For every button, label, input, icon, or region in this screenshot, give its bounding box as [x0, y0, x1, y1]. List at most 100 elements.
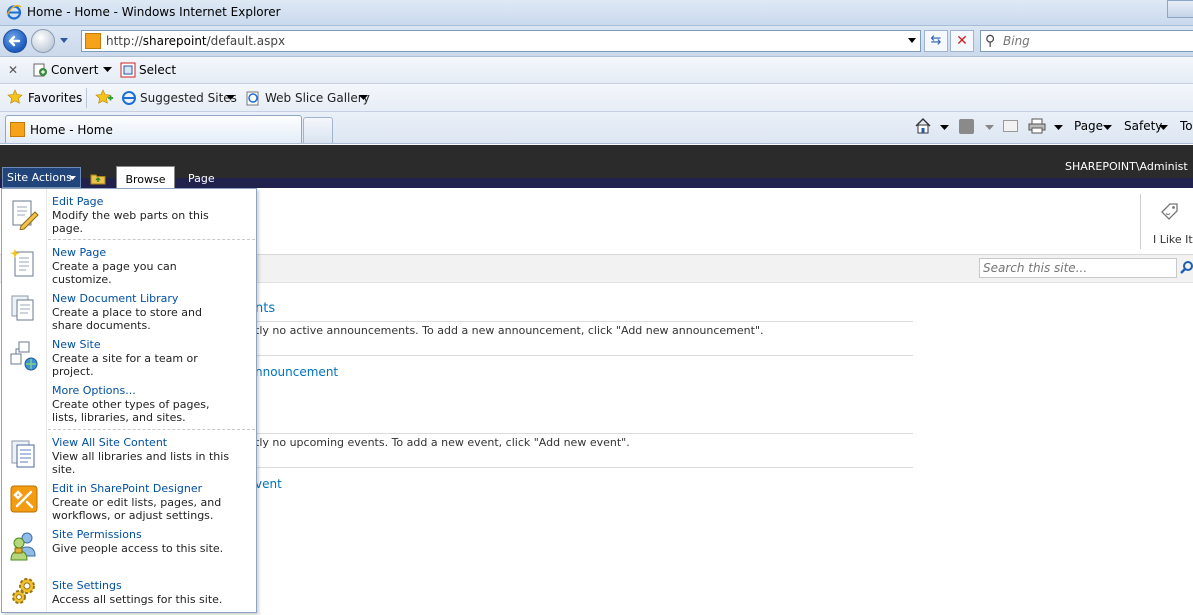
web-slice-gallery-icon — [246, 91, 259, 106]
favorites-star-icon — [7, 89, 23, 104]
site-content-icon — [11, 440, 35, 468]
feeds-icon[interactable] — [959, 119, 974, 134]
menu-item-description: Give people access to this site. — [52, 542, 224, 555]
i-like-it-button[interactable]: I Like It — [1140, 194, 1193, 249]
menu-item-new-document-library[interactable]: New Document Library Create a place to s… — [2, 290, 256, 334]
menu-separator — [48, 429, 255, 430]
tools-menu-button[interactable]: To — [1180, 119, 1193, 133]
menu-item-title: New Site — [52, 338, 101, 351]
i-like-it-label: I Like It — [1153, 233, 1193, 246]
ribbon-tab-page[interactable]: Page — [188, 172, 215, 185]
edit-page-icon — [12, 200, 39, 230]
menu-item-site-settings[interactable]: Site Settings Access all settings for th… — [2, 570, 256, 612]
suggested-sites-link[interactable]: Suggested Sites — [140, 91, 237, 105]
events-footer-divider — [255, 467, 913, 468]
stop-button[interactable]: ✕ — [950, 30, 974, 52]
print-dropdown-icon[interactable] — [1054, 125, 1063, 131]
page-menu-button[interactable]: Page — [1074, 119, 1103, 133]
menu-item-title: Site Settings — [52, 579, 122, 592]
minimize-button[interactable] — [1167, 0, 1193, 18]
web-slice-gallery-dropdown-icon[interactable] — [359, 95, 368, 101]
menu-item-description: View all libraries and lists in this sit… — [52, 450, 230, 476]
menu-item-description: Create a page you can customize. — [52, 260, 177, 286]
navigate-up-folder-icon[interactable] — [90, 172, 106, 185]
menu-item-title: Edit Page — [52, 195, 104, 208]
safety-menu-dropdown-icon[interactable] — [1159, 125, 1168, 131]
recent-pages-dropdown-icon[interactable] — [59, 37, 69, 45]
convert-pdf-icon — [33, 63, 47, 77]
menu-item-title: Edit in SharePoint Designer — [52, 482, 203, 495]
ribbon-tab-stripe — [0, 178, 1193, 188]
add-event-link[interactable]: vent — [255, 477, 282, 491]
forward-button[interactable] — [31, 29, 55, 53]
menu-item-new-site[interactable]: New Site Create a site for a team or pro… — [2, 336, 256, 380]
address-bar[interactable]: http://sharepoint/default.aspx — [81, 30, 921, 52]
site-favicon-icon — [85, 33, 101, 49]
refresh-icon: ⇆ — [930, 33, 942, 48]
add-to-favorites-icon[interactable] — [95, 89, 113, 105]
back-button[interactable] — [3, 29, 27, 53]
menu-item-edit-page[interactable]: Edit Page Modify the web parts on this p… — [2, 192, 256, 238]
events-divider — [255, 433, 913, 434]
sharepoint-designer-icon — [10, 485, 38, 513]
print-icon[interactable] — [1028, 118, 1046, 134]
address-bar-row: http://sharepoint/default.aspx ⇆ ✕ ⚲ — [0, 26, 1193, 57]
favorites-separator — [86, 88, 87, 108]
convert-button[interactable]: Convert — [51, 63, 98, 77]
internet-explorer-icon — [6, 4, 22, 20]
address-dropdown-icon[interactable] — [907, 37, 917, 45]
menu-item-description: Access all settings for this site. — [52, 593, 223, 606]
menu-item-new-page[interactable]: New Page Create a page you can customize… — [2, 244, 256, 288]
menu-item-title: More Options... — [52, 384, 136, 397]
home-dropdown-icon[interactable] — [940, 125, 949, 131]
announcements-title[interactable]: nts — [255, 301, 275, 316]
read-mail-icon[interactable] — [1003, 120, 1018, 132]
menu-item-title: Site Permissions — [52, 528, 142, 541]
new-page-icon — [10, 249, 34, 277]
menu-item-edit-in-sharepoint-designer[interactable]: Edit in SharePoint Designer Create or ed… — [2, 480, 256, 524]
menu-item-more-options[interactable]: More Options... Create other types of pa… — [2, 382, 256, 426]
site-search-icon[interactable] — [1180, 260, 1193, 274]
add-announcement-link[interactable]: nnouncement — [255, 365, 338, 379]
select-button[interactable]: Select — [139, 63, 176, 77]
convert-dropdown-icon[interactable] — [103, 67, 112, 73]
pdf-toolbar: ✕ Convert Select — [0, 57, 1193, 84]
back-arrow-icon — [8, 35, 21, 47]
feeds-dropdown-icon[interactable] — [985, 125, 994, 131]
announcements-footer-divider — [255, 355, 913, 356]
sharepoint-top-bar: Site Actions Browse Page SHAREPOINT\Admi… — [0, 145, 1193, 189]
menu-item-site-permissions[interactable]: Site Permissions Give people access to t… — [2, 526, 256, 570]
menu-item-title: New Page — [52, 246, 107, 259]
site-search-input[interactable] — [979, 258, 1177, 278]
select-icon — [120, 62, 136, 78]
announcements-empty-message: tly no active announcements. To add a ne… — [255, 324, 764, 337]
new-site-icon — [10, 341, 38, 371]
home-icon[interactable] — [914, 117, 932, 135]
site-actions-label: Site Actions — [7, 171, 72, 184]
ribbon-tab-browse[interactable]: Browse — [116, 166, 175, 189]
address-url[interactable]: http://sharepoint/default.aspx — [106, 34, 285, 48]
site-actions-button[interactable]: Site Actions — [2, 167, 81, 188]
new-tab-button[interactable] — [303, 117, 333, 143]
window-title: Home - Home - Windows Internet Explorer — [27, 5, 281, 19]
menu-item-title: New Document Library — [52, 292, 179, 305]
favorites-button[interactable]: Favorites — [28, 91, 82, 105]
announcements-divider — [255, 321, 913, 322]
menu-item-description: Create or edit lists, pages, and workflo… — [52, 496, 222, 522]
site-actions-menu: Edit Page Modify the web parts on this p… — [1, 188, 257, 613]
user-menu[interactable]: SHAREPOINT\Administ — [1065, 160, 1188, 173]
browser-tab-home[interactable]: Home - Home — [5, 115, 302, 143]
web-slice-gallery-link[interactable]: Web Slice Gallery — [265, 91, 370, 105]
suggested-sites-icon — [122, 91, 136, 105]
menu-item-view-all-site-content[interactable]: View All Site Content View all libraries… — [2, 434, 256, 478]
suggested-sites-dropdown-icon[interactable] — [226, 95, 235, 101]
stop-icon: ✕ — [956, 33, 968, 49]
page-menu-dropdown-icon[interactable] — [1103, 125, 1112, 131]
safety-menu-button[interactable]: Safety — [1124, 119, 1162, 133]
refresh-button[interactable]: ⇆ — [924, 30, 948, 52]
bing-search-input[interactable] — [1003, 33, 1183, 49]
window-title-bar: Home - Home - Windows Internet Explorer — [0, 0, 1193, 26]
bing-search-box[interactable]: ⚲ — [980, 30, 1193, 52]
menu-item-description: Create a place to store and share docume… — [52, 306, 202, 332]
close-toolbar-icon[interactable]: ✕ — [8, 63, 18, 77]
